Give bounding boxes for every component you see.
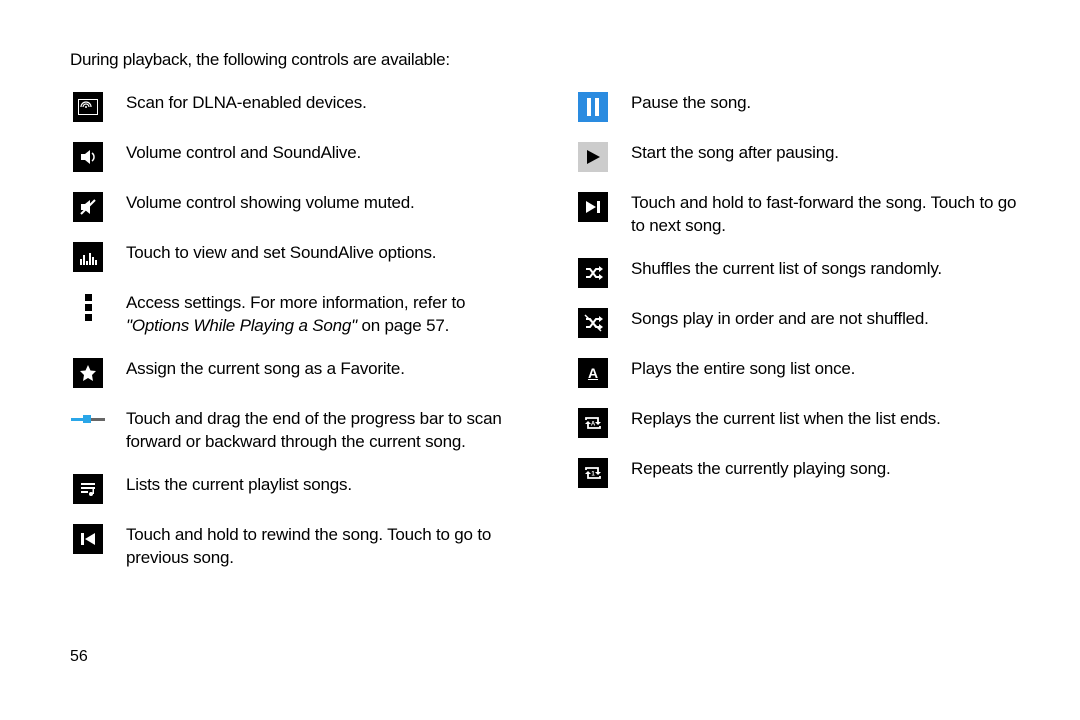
item-text: Touch and hold to fast-forward the song.… [631, 192, 1020, 238]
item-text: Assign the current song as a Favorite. [126, 358, 405, 381]
item-text: Volume control showing volume muted. [126, 192, 415, 215]
item-text: Volume control and SoundAlive. [126, 142, 361, 165]
svg-text:1: 1 [591, 471, 595, 477]
item-text: Scan for DLNA-enabled devices. [126, 92, 367, 115]
list-item: Access settings. For more information, r… [70, 292, 515, 338]
list-item: Touch and drag the end of the progress b… [70, 408, 515, 454]
progress-bar-icon [71, 414, 105, 424]
item-text: Pause the song. [631, 92, 751, 115]
page-number: 56 [70, 648, 88, 666]
list-item: 1 Repeats the currently playing song. [575, 458, 1020, 488]
list-item: A Replays the current list when the list… [575, 408, 1020, 438]
pause-icon [578, 92, 608, 122]
item-text: Lists the current playlist songs. [126, 474, 352, 497]
list-item: Start the song after pausing. [575, 142, 1020, 172]
item-text: Touch and hold to rewind the song. Touch… [126, 524, 515, 570]
item-text: Touch to view and set SoundAlive options… [126, 242, 436, 265]
item-text: Replays the current list when the list e… [631, 408, 941, 431]
list-item: A Plays the entire song list once. [575, 358, 1020, 388]
shuffle-off-icon [578, 308, 608, 338]
list-item: Songs play in order and are not shuffled… [575, 308, 1020, 338]
volume-muted-icon [73, 192, 103, 222]
item-text: Songs play in order and are not shuffled… [631, 308, 929, 331]
previous-track-icon [73, 524, 103, 554]
playlist-icon [73, 474, 103, 504]
repeat-all-icon: A [578, 408, 608, 438]
play-once-icon: A [578, 358, 608, 388]
list-item: Volume control showing volume muted. [70, 192, 515, 222]
favorite-star-icon [73, 358, 103, 388]
shuffle-on-icon [578, 258, 608, 288]
item-text: Start the song after pausing. [631, 142, 839, 165]
list-item: Pause the song. [575, 92, 1020, 122]
svg-text:A: A [591, 421, 596, 427]
list-item: Shuffles the current list of songs rando… [575, 258, 1020, 288]
left-column: Scan for DLNA-enabled devices. Volume co… [70, 92, 515, 590]
item-text: Touch and drag the end of the progress b… [126, 408, 515, 454]
list-item: Touch to view and set SoundAlive options… [70, 242, 515, 272]
dlna-scan-icon [73, 92, 103, 122]
list-item: Assign the current song as a Favorite. [70, 358, 515, 388]
volume-icon [73, 142, 103, 172]
next-track-icon [578, 192, 608, 222]
list-item: Touch and hold to fast-forward the song.… [575, 192, 1020, 238]
list-item: Volume control and SoundAlive. [70, 142, 515, 172]
repeat-one-icon: 1 [578, 458, 608, 488]
list-item: Lists the current playlist songs. [70, 474, 515, 504]
list-item: Scan for DLNA-enabled devices. [70, 92, 515, 122]
list-item: Touch and hold to rewind the song. Touch… [70, 524, 515, 570]
menu-dots-icon [82, 292, 94, 322]
equalizer-icon [73, 242, 103, 272]
right-column: Pause the song. Start the song after pau… [575, 92, 1020, 590]
item-text: Repeats the currently playing song. [631, 458, 891, 481]
intro-text: During playback, the following controls … [70, 50, 1020, 70]
item-text: Plays the entire song list once. [631, 358, 855, 381]
play-icon [578, 142, 608, 172]
item-text: Access settings. For more information, r… [126, 292, 515, 338]
item-text: Shuffles the current list of songs rando… [631, 258, 942, 281]
